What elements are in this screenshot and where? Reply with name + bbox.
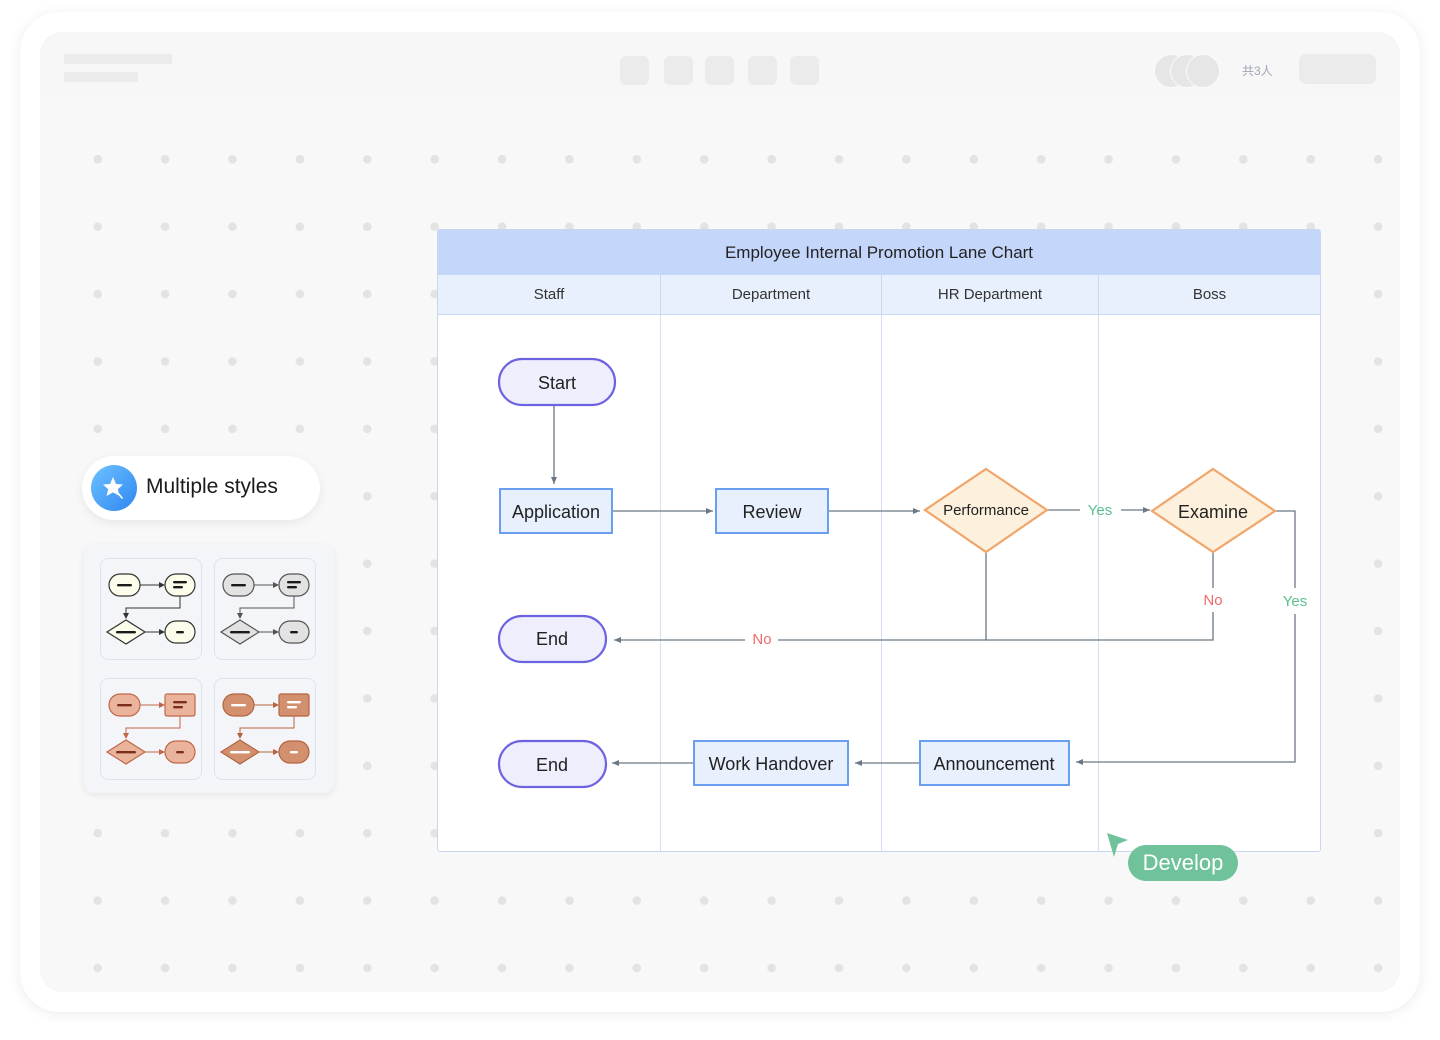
node-performance-label: Performance [943,502,1029,519]
node-review-label: Review [742,502,802,522]
edge-performance-no [778,552,987,641]
node-review[interactable]: Review [715,488,829,534]
node-start-label: Start [538,373,576,393]
edge-label-yes: Yes [1088,502,1112,519]
node-work-handover-label: Work Handover [709,754,834,774]
edge-label-no: No [752,631,771,648]
node-end-rejected-label: End [536,629,568,649]
node-application[interactable]: Application [499,488,613,534]
collaborator-name-tag: Develop [1128,845,1238,881]
node-announcement[interactable]: Announcement [919,740,1070,786]
edge-examine-yes-b [1076,614,1296,765]
node-end-promoted[interactable]: End [497,739,608,789]
node-examine-label: Examine [1178,502,1248,522]
node-announcement-label: Announcement [933,754,1054,774]
edge-examine-yes-a [1275,510,1296,588]
node-performance-decision[interactable]: Performance [923,467,1049,554]
node-work-handover[interactable]: Work Handover [693,740,849,786]
node-start[interactable]: Start [497,357,617,407]
edge-examine-no-b [986,612,1214,641]
node-application-label: Application [512,502,600,522]
edge-label-no: No [1203,592,1222,609]
edge-label-yes: Yes [1283,593,1307,610]
flowchart-canvas: Start End End Application Review Work Ha… [497,357,1307,789]
node-end-promoted-label: End [536,755,568,775]
node-end-rejected[interactable]: End [497,614,608,664]
node-examine-decision[interactable]: Examine [1150,467,1277,554]
